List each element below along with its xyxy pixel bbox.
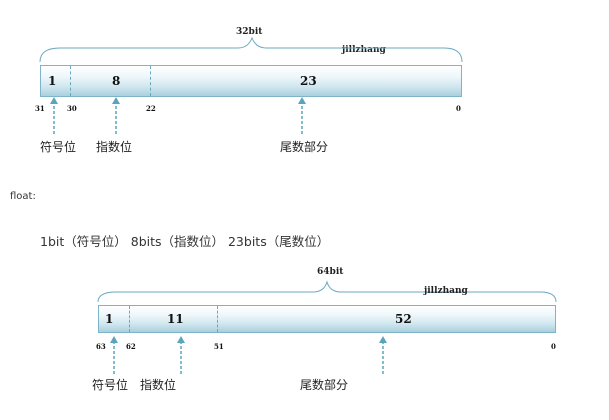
arrowhead-exp-64 bbox=[177, 336, 185, 343]
arrows-64-svg bbox=[110, 336, 387, 374]
caption-mantissa-64: 尾数部分 bbox=[300, 378, 349, 392]
arrowhead-sign-64 bbox=[110, 336, 118, 343]
caption-sign-64: 符号位 bbox=[92, 378, 129, 392]
arrowhead-mantissa-64 bbox=[379, 336, 387, 343]
caption-exp-64: 指数位 bbox=[140, 378, 177, 392]
